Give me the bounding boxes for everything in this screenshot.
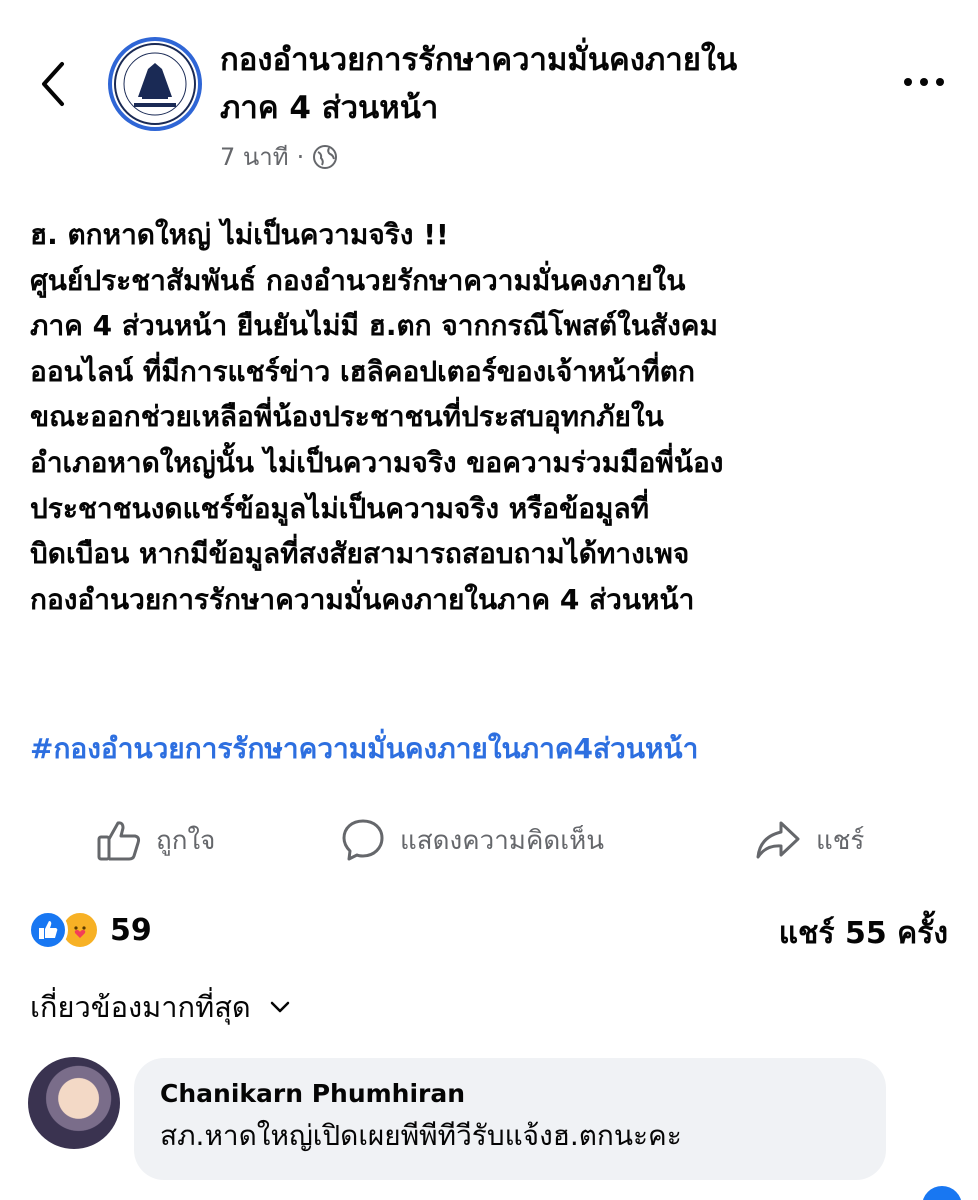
chevron-left-icon bbox=[42, 62, 64, 106]
post-actions: ถูกใจ แสดงความคิดเห็น แชร์ bbox=[0, 808, 978, 872]
post-line: ศูนย์ประชาสัมพันธ์ กองอำนวยรักษาความมั่น… bbox=[30, 263, 686, 297]
share-icon bbox=[756, 821, 800, 859]
post-line: บิดเบือน หากมีข้อมูลที่สงสัยสามารถสอบถาม… bbox=[30, 537, 690, 571]
post-stats: 59 แชร์ 55 ครั้ง bbox=[0, 900, 978, 960]
post-header: กองอำนวยการรักษาความมั่นคงภายใน ภาค 4 ส่… bbox=[0, 0, 978, 190]
page-logo-seal bbox=[114, 43, 196, 125]
commenter-avatar[interactable] bbox=[28, 1057, 120, 1149]
page-avatar[interactable] bbox=[108, 37, 202, 131]
post-text: ฮ. ตกหาดใหญ่ ไม่เป็นความจริง !! ศูนย์ประ… bbox=[30, 212, 950, 622]
reactions-summary[interactable]: 59 bbox=[28, 910, 152, 950]
post-line: ภาค 4 ส่วนหน้า ยืนยันไม่มี ฮ.ตก จากกรณีโ… bbox=[30, 309, 718, 343]
page-name[interactable]: กองอำนวยการรักษาความมั่นคงภายใน ภาค 4 ส่… bbox=[220, 36, 860, 132]
comment-bubble: Chanikarn Phumhiran สภ.หาดใหญ่เปิดเผยพีพ… bbox=[134, 1058, 886, 1180]
comment-footer-cutoff bbox=[165, 1186, 845, 1200]
comment-label: แสดงความคิดเห็น bbox=[400, 825, 605, 856]
post-line: ออนไลน์ ที่มีการแชร์ข่าว เฮลิคอปเตอร์ของ… bbox=[30, 354, 695, 388]
post-line: ประชาชนงดแชร์ข้อมูลไม่เป็นความจริง หรือข… bbox=[30, 491, 650, 525]
reaction-badge-partial bbox=[922, 1186, 962, 1200]
post-line: กองอำนวยการรักษาความมั่นคงภายในภาค 4 ส่ว… bbox=[30, 582, 695, 616]
share-count[interactable]: แชร์ 55 ครั้ง bbox=[779, 910, 948, 957]
comment-footer-partial bbox=[165, 1186, 845, 1200]
share-label: แชร์ bbox=[816, 825, 865, 856]
share-button[interactable]: แชร์ bbox=[754, 808, 864, 872]
post-time[interactable]: 7 นาที bbox=[220, 137, 289, 176]
comment-text: สภ.หาดใหญ่เปิดเผยพีพีทีวีรับแจ้งฮ.ตกนะคะ bbox=[160, 1119, 682, 1152]
post-line: อำเภอหาดใหญ่นั้น ไม่เป็นความจริง ขอความร… bbox=[30, 445, 724, 479]
meta-separator: · bbox=[296, 142, 305, 171]
page-name-line-2: ภาค 4 ส่วนหน้า bbox=[220, 90, 439, 126]
reaction-count: 59 bbox=[110, 912, 152, 948]
back-button[interactable] bbox=[34, 58, 74, 110]
more-options-button[interactable] bbox=[900, 66, 948, 98]
chevron-down-icon bbox=[270, 1001, 290, 1013]
sort-label: เกี่ยวข้องมากที่สุด bbox=[30, 990, 251, 1024]
like-label: ถูกใจ bbox=[156, 825, 216, 856]
comment-icon bbox=[342, 819, 384, 861]
page-name-line-1: กองอำนวยการรักษาความมั่นคงภายใน bbox=[220, 42, 738, 78]
post-meta: 7 นาที · bbox=[220, 137, 338, 176]
comment-author[interactable]: Chanikarn Phumhiran bbox=[160, 1076, 860, 1112]
like-icon bbox=[28, 910, 68, 950]
comment-button[interactable]: แสดงความคิดเห็น bbox=[340, 808, 604, 872]
post-line: ฮ. ตกหาดใหญ่ ไม่เป็นความจริง !! bbox=[30, 218, 449, 251]
hashtag-link[interactable]: #กองอำนวยการรักษาความมั่นคงภายในภาค4ส่วน… bbox=[30, 727, 698, 771]
like-button[interactable]: ถูกใจ bbox=[96, 808, 215, 872]
more-horizontal-icon bbox=[904, 78, 944, 86]
thumbs-up-icon bbox=[97, 821, 141, 861]
globe-icon bbox=[313, 144, 338, 169]
comments-sort-dropdown[interactable]: เกี่ยวข้องมากที่สุด bbox=[30, 984, 291, 1030]
post-line: ขณะออกช่วยเหลือพี่น้องประชาชนที่ประสบอุท… bbox=[30, 400, 664, 434]
